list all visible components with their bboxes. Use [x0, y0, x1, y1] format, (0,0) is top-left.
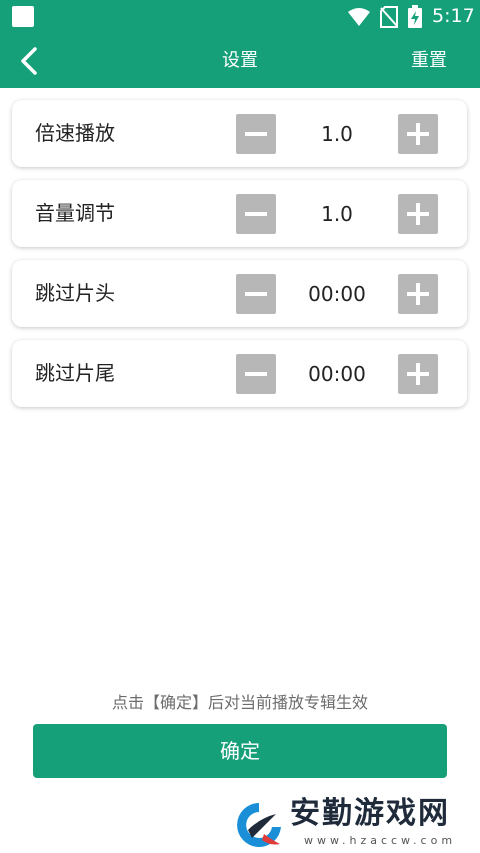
setting-label: 跳过片尾	[35, 361, 115, 385]
hint-text: 点击【确定】后对当前播放专辑生效	[111, 693, 368, 712]
decrease-button[interactable]	[236, 114, 276, 154]
decrease-button[interactable]	[236, 274, 276, 314]
setting-row-skip-intro: 跳过片头 00:00	[12, 260, 467, 327]
status-bar: 5:17	[0, 0, 480, 33]
minus-icon	[245, 292, 267, 296]
app-bar: 设置 重置	[0, 33, 480, 88]
decrease-button[interactable]	[236, 354, 276, 394]
watermark: 安勤游戏网 www.hzaccw.com	[234, 796, 476, 853]
battery-charging-icon	[408, 5, 422, 28]
decrease-button[interactable]	[236, 194, 276, 234]
notification-icon	[12, 6, 34, 27]
setting-label: 跳过片头	[35, 281, 115, 305]
increase-button[interactable]	[398, 114, 438, 154]
wifi-icon	[348, 8, 370, 26]
setting-row-playback-speed: 倍速播放 1.0	[12, 100, 467, 167]
increase-button[interactable]	[398, 354, 438, 394]
setting-label: 音量调节	[35, 201, 115, 225]
setting-row-volume: 音量调节 1.0	[12, 180, 467, 247]
increase-button[interactable]	[398, 274, 438, 314]
reset-button[interactable]: 重置	[411, 49, 447, 73]
watermark-logo-icon	[237, 803, 281, 847]
watermark-url: www.hzaccw.com	[304, 834, 457, 847]
minus-icon	[245, 212, 267, 216]
no-sim-icon	[380, 6, 398, 28]
clock: 5:17	[432, 5, 475, 27]
setting-row-skip-outro: 跳过片尾 00:00	[12, 340, 467, 407]
increase-button[interactable]	[398, 194, 438, 234]
watermark-name: 安勤游戏网	[290, 796, 450, 831]
minus-icon	[245, 132, 267, 136]
setting-value: 1.0	[321, 122, 353, 146]
page-title: 设置	[222, 50, 258, 71]
setting-value: 00:00	[308, 362, 366, 386]
confirm-button[interactable]: 确定	[33, 724, 447, 778]
setting-value: 00:00	[308, 282, 366, 306]
setting-value: 1.0	[321, 202, 353, 226]
minus-icon	[245, 372, 267, 376]
setting-label: 倍速播放	[35, 121, 115, 145]
